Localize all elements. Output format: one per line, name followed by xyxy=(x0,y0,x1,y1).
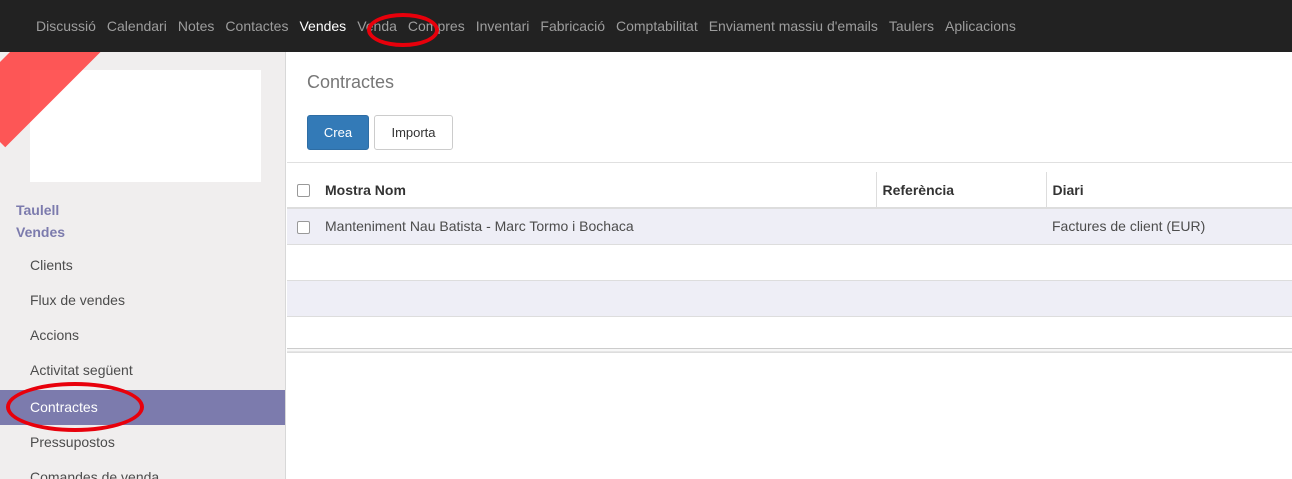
column-header-name[interactable]: Mostra Nom xyxy=(319,172,877,208)
menu-item-inventari[interactable]: Inventari xyxy=(476,18,530,34)
sidebar-section-vendes[interactable]: Vendes xyxy=(16,224,65,240)
sidebar-item-flux-de-vendes[interactable]: Flux de vendes xyxy=(0,283,285,318)
menu-item-notes[interactable]: Notes xyxy=(178,18,215,34)
row-checkbox[interactable] xyxy=(296,221,310,235)
table-header-row: Mostra Nom Referència Diari xyxy=(287,172,1292,208)
table-row[interactable]: Manteniment Nau Batista - Marc Tormo i B… xyxy=(287,208,1292,244)
column-header-journal[interactable]: Diari xyxy=(1046,172,1292,208)
sidebar-item-activitat-seguent[interactable]: Activitat següent xyxy=(0,353,285,388)
sidebar-item-accions[interactable]: Accions xyxy=(0,318,285,353)
column-header-reference[interactable]: Referència xyxy=(876,172,1047,208)
menu-item-vendes[interactable]: Vendes xyxy=(299,18,346,34)
sidebar-section-taulell[interactable]: Taulell xyxy=(16,202,59,218)
app-menu: Discussió Calendari Notes Contactes Vend… xyxy=(36,0,1027,52)
menu-item-compres[interactable]: Compres xyxy=(408,18,465,34)
menu-item-contactes[interactable]: Contactes xyxy=(225,18,288,34)
select-all-checkbox[interactable] xyxy=(296,184,310,198)
top-navbar: Discussió Calendari Notes Contactes Vend… xyxy=(0,0,1292,52)
sidebar-item-pressupostos[interactable]: Pressupostos xyxy=(0,425,285,460)
sidebar-item-clients[interactable]: Clients xyxy=(0,248,285,283)
cell-name[interactable]: Manteniment Nau Batista - Marc Tormo i B… xyxy=(319,208,876,244)
menu-item-enviament-massiu[interactable]: Enviament massiu d'emails xyxy=(709,18,878,34)
import-button[interactable]: Importa xyxy=(374,115,453,150)
contracts-table: Mostra Nom Referència Diari Manteniment … xyxy=(287,172,1292,353)
table-footer-divider xyxy=(287,348,1292,352)
menu-item-discussio[interactable]: Discussió xyxy=(36,18,96,34)
menu-item-fabricacio[interactable]: Fabricació xyxy=(540,18,605,34)
cell-reference[interactable] xyxy=(876,208,1046,244)
control-panel: Contractes Crea Importa xyxy=(287,52,1292,163)
create-button[interactable]: Crea xyxy=(307,115,369,150)
row-select-cell xyxy=(287,208,319,244)
breadcrumb: Contractes xyxy=(307,72,395,92)
table-row-empty xyxy=(287,280,1292,316)
cell-journal[interactable]: Factures de client (EUR) xyxy=(1046,208,1292,244)
empty-cell xyxy=(287,316,1292,352)
select-all-cell xyxy=(287,172,319,208)
table-row-empty xyxy=(287,244,1292,280)
menu-item-taulers[interactable]: Taulers xyxy=(889,18,934,34)
main-content: Contractes Crea Importa Mostra Nom Refer… xyxy=(287,52,1292,479)
menu-item-venda[interactable]: Venda xyxy=(357,18,397,34)
sidebar-item-contractes[interactable]: Contractes xyxy=(0,390,285,425)
table-row-empty xyxy=(287,316,1292,352)
empty-cell xyxy=(287,244,1292,280)
menu-item-aplicacions[interactable]: Aplicacions xyxy=(945,18,1016,34)
empty-cell xyxy=(287,280,1292,316)
sidebar: Taulell Vendes Clients Flux de vendes Ac… xyxy=(0,52,286,479)
menu-item-calendari[interactable]: Calendari xyxy=(107,18,167,34)
sidebar-item-comandes-de-venda[interactable]: Comandes de venda xyxy=(0,460,285,479)
menu-item-comptabilitat[interactable]: Comptabilitat xyxy=(616,18,698,34)
